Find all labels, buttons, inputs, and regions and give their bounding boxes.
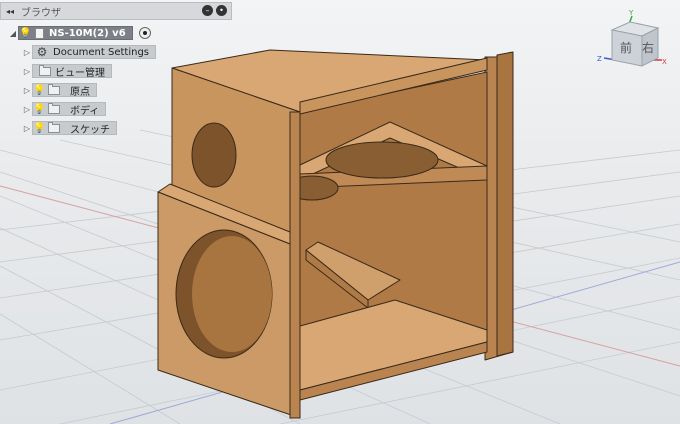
folder-icon — [48, 83, 60, 95]
lightbulb-icon[interactable]: 💡 — [33, 85, 46, 96]
back-panel-edge — [496, 51, 514, 357]
lightbulb-icon[interactable]: 💡 — [19, 28, 32, 39]
woofer-hole-rim — [192, 236, 272, 352]
tree-item-bodies[interactable]: ▷ 💡 ボディ — [22, 102, 107, 117]
tree-item-box[interactable]: 💡 ボディ — [32, 102, 107, 117]
tree-item-box[interactable]: 💡 スケッチ — [32, 121, 117, 136]
document-icon — [35, 27, 44, 39]
axis-z-label: Z — [597, 55, 602, 63]
minus-icon[interactable]: – — [202, 5, 213, 16]
expand-down-icon[interactable]: ◢ — [8, 29, 18, 38]
front-edge — [289, 111, 301, 419]
root-label: NS-10M(2) v6 — [49, 27, 126, 39]
tree-item-document-settings[interactable]: ▷ ⚙ Document Settings — [22, 45, 157, 59]
tree-item-box[interactable]: 💡 原点 — [32, 83, 97, 98]
root-component[interactable]: 💡 NS-10M(2) v6 — [18, 26, 133, 40]
folder-icon — [48, 121, 60, 133]
tree-item-label: スケッチ — [70, 124, 110, 136]
tree-item-box[interactable]: ビュー管理 — [32, 64, 112, 79]
tweeter-hole — [325, 141, 439, 179]
tree-item-label: ボディ — [70, 105, 100, 117]
expand-right-icon[interactable]: ▷ — [22, 124, 32, 133]
lightbulb-icon[interactable]: 💡 — [33, 123, 46, 134]
tree-item-view-management[interactable]: ▷ ビュー管理 — [22, 64, 112, 79]
expand-right-icon[interactable]: ▷ — [22, 105, 32, 114]
tree-item-label: 原点 — [70, 86, 90, 98]
cube-front-label: 前 — [620, 40, 632, 55]
axis-x-label: X — [662, 58, 667, 66]
pin-icon[interactable]: • — [216, 5, 227, 16]
double-left-arrow-icon[interactable]: ◂◂ — [3, 7, 17, 16]
view-cube[interactable]: 前 右 Y X Z — [596, 8, 676, 78]
tree-root[interactable]: ◢ 💡 NS-10M(2) v6 — [8, 26, 151, 40]
tree-item-sketches[interactable]: ▷ 💡 スケッチ — [22, 121, 117, 136]
tree-item-box[interactable]: ⚙ Document Settings — [32, 45, 157, 59]
expand-right-icon[interactable]: ▷ — [22, 67, 32, 76]
folder-icon — [39, 64, 51, 76]
axis-y-label: Y — [628, 9, 634, 17]
gear-icon: ⚙ — [36, 45, 48, 59]
expand-right-icon[interactable]: ▷ — [22, 86, 32, 95]
activate-radio[interactable] — [138, 27, 151, 39]
tree-item-label: ビュー管理 — [55, 67, 105, 79]
cube-right-label: 右 — [642, 40, 654, 55]
browser-header: ◂◂ ブラウザ – • — [0, 2, 232, 20]
lightbulb-icon[interactable]: 💡 — [33, 104, 46, 115]
expand-right-icon[interactable]: ▷ — [22, 48, 32, 57]
tree-item-origin[interactable]: ▷ 💡 原点 — [22, 83, 97, 98]
browser-title: ブラウザ — [21, 7, 61, 19]
folder-icon — [48, 102, 60, 114]
tree-item-label: Document Settings — [53, 46, 150, 58]
browser-panel: ◂◂ ブラウザ – • ◢ 💡 NS-10M(2) v6 ▷ ⚙ Documen… — [0, 2, 232, 138]
